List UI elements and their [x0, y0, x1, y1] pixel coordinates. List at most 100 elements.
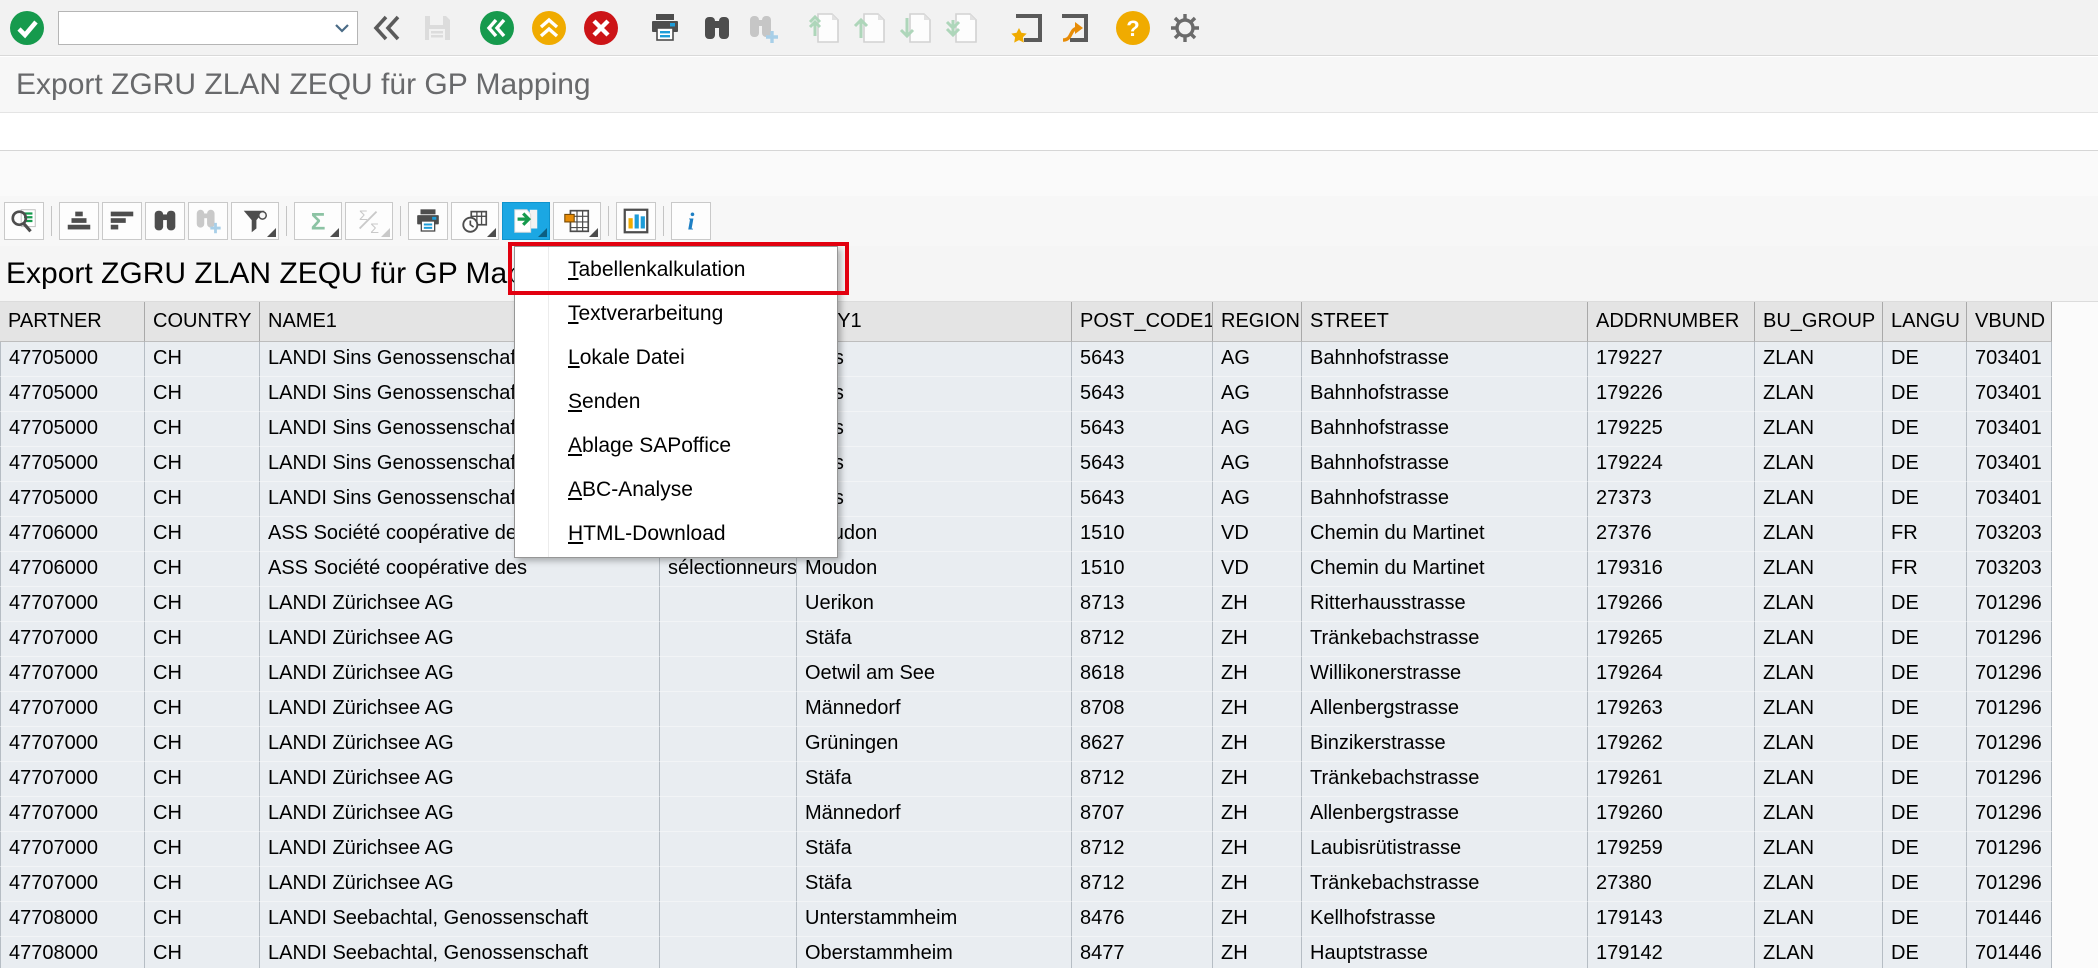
cell-addrnumber[interactable]: 179263: [1588, 692, 1755, 727]
cell-name1[interactable]: LANDI Zürichsee AG: [260, 692, 660, 727]
column-header[interactable]: PARTNER: [0, 302, 145, 342]
menu-item[interactable]: Lokale Datei: [515, 336, 837, 380]
cell-bu-group[interactable]: ZLAN: [1755, 937, 1883, 968]
cell-addrnumber[interactable]: 179265: [1588, 622, 1755, 657]
cell-country[interactable]: CH: [145, 552, 260, 587]
cell-partner[interactable]: 47707000: [0, 797, 145, 832]
cell-city1[interactable]: Sins: [797, 377, 1072, 412]
cell-post-code1[interactable]: 5643: [1072, 412, 1213, 447]
cell-langu[interactable]: DE: [1883, 832, 1967, 867]
cell-bu-group[interactable]: ZLAN: [1755, 517, 1883, 552]
subtotals-button[interactable]: Σ Σ: [345, 202, 393, 240]
cell-name2[interactable]: [660, 832, 797, 867]
cell-bu-group[interactable]: ZLAN: [1755, 587, 1883, 622]
cell-addrnumber[interactable]: 179260: [1588, 797, 1755, 832]
cell-city1[interactable]: Unterstammheim: [797, 902, 1072, 937]
cell-post-code1[interactable]: 8712: [1072, 832, 1213, 867]
cell-city1[interactable]: Stäfa: [797, 832, 1072, 867]
cell-vbund[interactable]: 703401: [1967, 412, 2052, 447]
cell-post-code1[interactable]: 1510: [1072, 552, 1213, 587]
details-button[interactable]: [4, 202, 44, 240]
cell-langu[interactable]: DE: [1883, 622, 1967, 657]
column-header[interactable]: STREET: [1302, 302, 1588, 342]
cell-city1[interactable]: Männedorf: [797, 692, 1072, 727]
cell-bu-group[interactable]: ZLAN: [1755, 797, 1883, 832]
new-session-button[interactable]: [1008, 9, 1046, 47]
cell-langu[interactable]: DE: [1883, 447, 1967, 482]
cell-bu-group[interactable]: ZLAN: [1755, 727, 1883, 762]
export-button[interactable]: [502, 202, 550, 240]
cell-bu-group[interactable]: ZLAN: [1755, 657, 1883, 692]
cell-country[interactable]: CH: [145, 937, 260, 968]
cell-bu-group[interactable]: ZLAN: [1755, 692, 1883, 727]
cell-bu-group[interactable]: ZLAN: [1755, 482, 1883, 517]
cell-post-code1[interactable]: 5643: [1072, 482, 1213, 517]
cell-vbund[interactable]: 701296: [1967, 832, 2052, 867]
find-next-button-alv[interactable]: [188, 202, 228, 240]
cell-post-code1[interactable]: 8476: [1072, 902, 1213, 937]
cell-addrnumber[interactable]: 179227: [1588, 342, 1755, 377]
column-header[interactable]: REGION: [1213, 302, 1302, 342]
cell-country[interactable]: CH: [145, 447, 260, 482]
cell-langu[interactable]: FR: [1883, 552, 1967, 587]
cell-partner[interactable]: 47707000: [0, 832, 145, 867]
cell-city1[interactable]: Grüningen: [797, 727, 1072, 762]
cell-partner[interactable]: 47705000: [0, 342, 145, 377]
cell-name1[interactable]: LANDI Zürichsee AG: [260, 762, 660, 797]
cell-vbund[interactable]: 701296: [1967, 762, 2052, 797]
cell-region[interactable]: VD: [1213, 517, 1302, 552]
cell-street[interactable]: Allenbergstrasse: [1302, 797, 1588, 832]
command-field[interactable]: [58, 11, 358, 45]
cell-bu-group[interactable]: ZLAN: [1755, 622, 1883, 657]
cell-post-code1[interactable]: 8707: [1072, 797, 1213, 832]
command-input[interactable]: [59, 12, 331, 44]
cell-name2[interactable]: [660, 797, 797, 832]
cell-city1[interactable]: Moudon: [797, 552, 1072, 587]
cell-city1[interactable]: Sins: [797, 447, 1072, 482]
cell-city1[interactable]: Sins: [797, 342, 1072, 377]
cell-country[interactable]: CH: [145, 622, 260, 657]
cell-partner[interactable]: 47707000: [0, 867, 145, 902]
cell-vbund[interactable]: 701296: [1967, 622, 2052, 657]
cell-partner[interactable]: 47708000: [0, 902, 145, 937]
cell-vbund[interactable]: 701296: [1967, 692, 2052, 727]
cell-region[interactable]: ZH: [1213, 867, 1302, 902]
column-header[interactable]: ADDRNUMBER: [1588, 302, 1755, 342]
cell-street[interactable]: Bahnhofstrasse: [1302, 377, 1588, 412]
cell-country[interactable]: CH: [145, 517, 260, 552]
cell-partner[interactable]: 47705000: [0, 482, 145, 517]
cell-region[interactable]: ZH: [1213, 937, 1302, 968]
cell-vbund[interactable]: 701296: [1967, 657, 2052, 692]
cell-langu[interactable]: DE: [1883, 797, 1967, 832]
cell-partner[interactable]: 47705000: [0, 447, 145, 482]
info-button[interactable]: i: [671, 202, 711, 240]
cell-bu-group[interactable]: ZLAN: [1755, 412, 1883, 447]
cell-country[interactable]: CH: [145, 902, 260, 937]
cell-city1[interactable]: Oetwil am See: [797, 657, 1072, 692]
cell-street[interactable]: Chemin du Martinet: [1302, 552, 1588, 587]
cell-street[interactable]: Tränkebachstrasse: [1302, 762, 1588, 797]
cell-region[interactable]: ZH: [1213, 727, 1302, 762]
cell-city1[interactable]: Oberstammheim: [797, 937, 1072, 968]
cell-street[interactable]: Tränkebachstrasse: [1302, 622, 1588, 657]
cell-city1[interactable]: Stäfa: [797, 867, 1072, 902]
cell-city1[interactable]: Stäfa: [797, 762, 1072, 797]
cell-region[interactable]: ZH: [1213, 622, 1302, 657]
cell-partner[interactable]: 47707000: [0, 727, 145, 762]
save-button[interactable]: [418, 9, 456, 47]
cell-name2[interactable]: [660, 727, 797, 762]
create-shortcut-button[interactable]: [1054, 9, 1092, 47]
cell-partner[interactable]: 47707000: [0, 692, 145, 727]
column-header[interactable]: POST_CODE1: [1072, 302, 1213, 342]
cell-street[interactable]: Laubisrütistrasse: [1302, 832, 1588, 867]
cell-street[interactable]: Bahnhofstrasse: [1302, 447, 1588, 482]
help-button[interactable]: ?: [1114, 9, 1152, 47]
cell-addrnumber[interactable]: 179142: [1588, 937, 1755, 968]
cell-street[interactable]: Willikonerstrasse: [1302, 657, 1588, 692]
cell-bu-group[interactable]: ZLAN: [1755, 902, 1883, 937]
choose-layout-button[interactable]: [553, 202, 601, 240]
cell-region[interactable]: AG: [1213, 377, 1302, 412]
cell-bu-group[interactable]: ZLAN: [1755, 447, 1883, 482]
find-next-button[interactable]: [744, 9, 782, 47]
cell-partner[interactable]: 47707000: [0, 657, 145, 692]
